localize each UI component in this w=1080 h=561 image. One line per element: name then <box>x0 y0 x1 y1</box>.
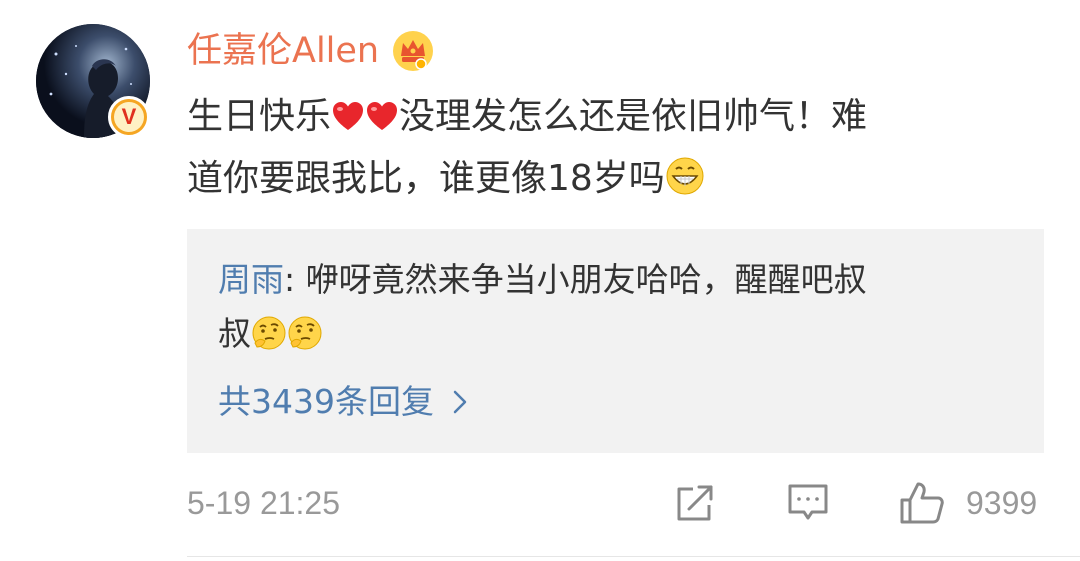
reply-text: 周雨: 咿呀竟然来争当小朋友哈哈，醒醒吧叔 叔 <box>218 253 1008 361</box>
thinking-emoji-icon <box>288 316 322 350</box>
comment-header: 任嘉伦Allen <box>187 26 435 76</box>
reply-count-link[interactable]: 共3439条回复 <box>218 377 470 427</box>
comment-button[interactable] <box>786 480 830 526</box>
heart-emoji-icon <box>367 102 398 130</box>
comment-icon <box>788 484 828 520</box>
crown-icon[interactable] <box>391 29 435 73</box>
comment-text-line: 道你要跟我比，谁更像18岁吗 <box>187 148 1057 210</box>
grin-emoji-icon <box>666 157 704 195</box>
username[interactable]: 任嘉伦Allen <box>187 26 379 76</box>
thumbs-up-icon <box>900 482 944 524</box>
reply-count-label: 共3439条回复 <box>218 382 434 421</box>
reply-text-line: 叔 <box>218 307 1008 361</box>
share-button[interactable] <box>673 480 717 526</box>
share-icon <box>677 485 713 521</box>
reply-author[interactable]: 周雨 <box>218 260 284 299</box>
thinking-emoji-icon <box>252 316 286 350</box>
divider <box>187 556 1080 557</box>
timestamp: 5-19 21:25 <box>187 485 341 521</box>
comment-item: V 任嘉伦Allen 生日快乐 没理发怎么还是依旧帅气！难 道你要跟我比，谁更像1… <box>0 0 1080 561</box>
chevron-right-icon <box>453 390 467 414</box>
reply-text-line: 周雨: 咿呀竟然来争当小朋友哈哈，醒醒吧叔 <box>218 260 867 299</box>
like-button[interactable]: 9399 <box>898 480 1037 526</box>
heart-emoji-icon <box>333 102 364 130</box>
comment-content: 生日快乐 没理发怎么还是依旧帅气！难 道你要跟我比，谁更像18岁吗 <box>187 86 1057 210</box>
reply-preview[interactable]: 周雨: 咿呀竟然来争当小朋友哈哈，醒醒吧叔 叔 共3439条回复 <box>187 229 1044 453</box>
like-count: 9399 <box>966 484 1038 521</box>
verified-v-icon: V <box>108 96 150 138</box>
comment-text-line: 生日快乐 没理发怎么还是依旧帅气！难 <box>187 96 868 137</box>
